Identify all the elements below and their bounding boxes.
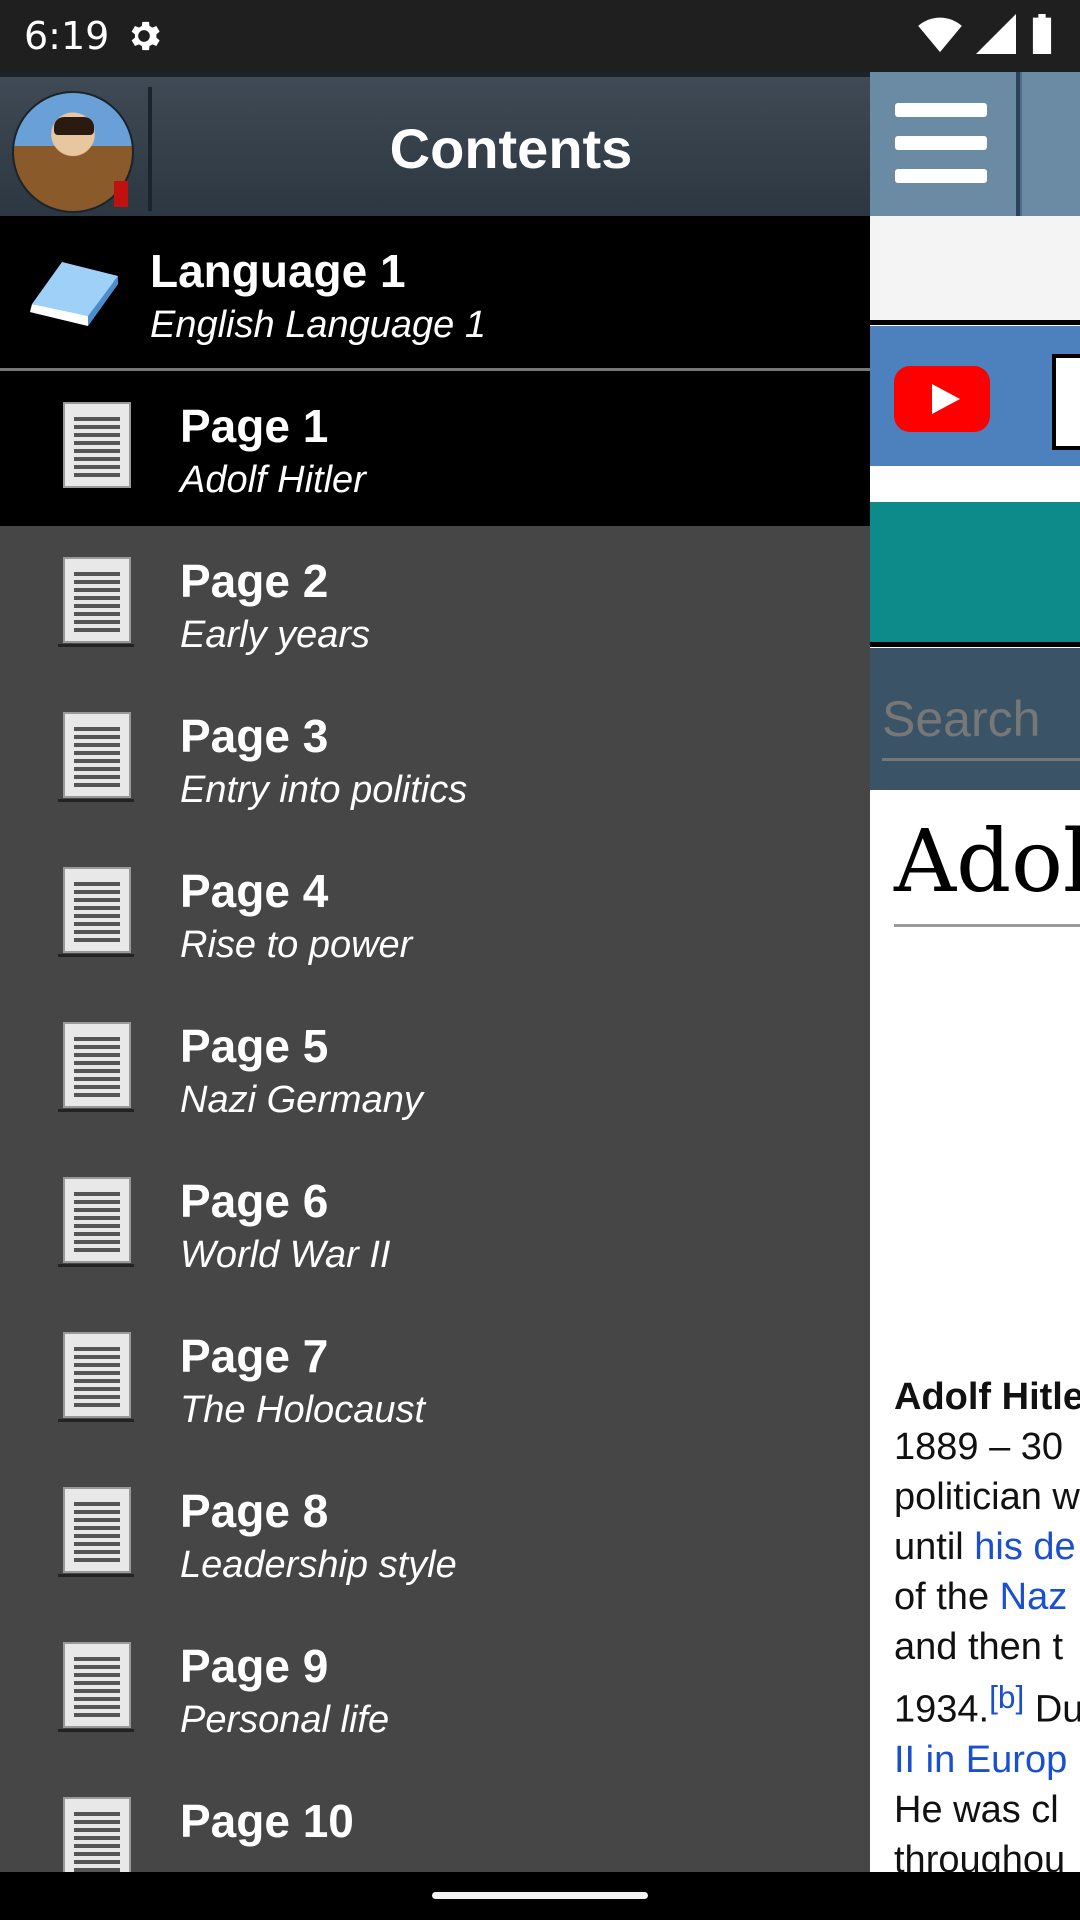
status-bar: 6:19 xyxy=(0,0,1080,72)
article-line: until his de xyxy=(894,1526,1076,1568)
wifi-icon xyxy=(918,17,962,53)
article-link[interactable]: II in Europ xyxy=(894,1735,1080,1785)
page-item[interactable]: Page 5 Nazi Germany xyxy=(0,991,870,1148)
page-subtitle: Adolf Hitler xyxy=(180,459,366,501)
search-bar[interactable]: Search xyxy=(870,648,1080,790)
page-item[interactable]: Page 9 Personal life xyxy=(0,1611,870,1768)
article-line: 1934.[b] Du xyxy=(894,1679,1080,1731)
app-toolbar xyxy=(870,72,1080,216)
document-page-icon xyxy=(56,1331,136,1423)
document-page-icon xyxy=(56,1641,136,1733)
page-subtitle: Leadership style xyxy=(180,1544,457,1586)
page-title: Page 1 xyxy=(180,400,329,452)
page-subtitle: Nazi Germany xyxy=(180,1079,423,1121)
article-line: of the Naz xyxy=(894,1576,1068,1618)
banner-area xyxy=(870,216,1080,325)
language-subtitle: English Language 1 xyxy=(150,304,486,346)
page-subtitle: The Holocaust xyxy=(180,1389,426,1431)
article-link[interactable]: Naz xyxy=(1000,1576,1068,1618)
youtube-icon[interactable] xyxy=(894,366,990,432)
system-nav-bar xyxy=(0,1872,1080,1920)
document-page-icon xyxy=(56,1486,136,1578)
page-subtitle: Personal life xyxy=(180,1699,390,1741)
document-page-icon xyxy=(56,866,136,958)
article-body: Adolf Hitle 1889 – 30 politician w until… xyxy=(894,1372,1080,1872)
article-line: politician w xyxy=(894,1476,1080,1518)
document-page-icon xyxy=(56,1021,136,1113)
page-title: Page 4 xyxy=(180,865,329,917)
page-item[interactable]: Page 4 Rise to power xyxy=(0,836,870,993)
teal-bar xyxy=(870,502,1080,647)
document-page-icon xyxy=(56,1176,136,1268)
page-title: Page 8 xyxy=(180,1485,329,1537)
footnote-link[interactable]: [b] xyxy=(989,1679,1024,1715)
document-page-icon xyxy=(56,401,136,493)
search-input[interactable]: Search xyxy=(882,690,1040,748)
article-line: throughou xyxy=(894,1838,1066,1872)
page-item[interactable]: Page 10 xyxy=(0,1766,870,1872)
article-line: He was cl xyxy=(894,1788,1059,1831)
page-item[interactable]: Page 8 Leadership style xyxy=(0,1456,870,1613)
background-app: Search Adol Adolf Hitle 1889 – 30 politi… xyxy=(870,72,1080,1872)
home-handle[interactable] xyxy=(432,1892,648,1899)
page-title: Page 5 xyxy=(180,1020,329,1072)
page-title: Page 6 xyxy=(180,1175,329,1227)
page-item[interactable]: Page 7 The Holocaust xyxy=(0,1301,870,1458)
page-title: Page 3 xyxy=(180,710,329,762)
document-icon[interactable] xyxy=(1052,354,1080,450)
article-link[interactable]: his de xyxy=(974,1526,1075,1568)
page-subtitle: Rise to power xyxy=(180,924,413,966)
page-item[interactable]: Page 1 Adolf Hitler xyxy=(0,371,870,528)
page-title: Page 9 xyxy=(180,1640,329,1692)
article-line: Adolf Hitle xyxy=(894,1376,1080,1418)
contents-drawer: Contents Language 1 English Language 1 P… xyxy=(0,72,870,1872)
page-title: Page 7 xyxy=(180,1330,329,1382)
book-icon xyxy=(30,262,118,326)
page-subtitle: Entry into politics xyxy=(180,769,468,811)
language-title: Language 1 xyxy=(150,245,406,297)
media-bar xyxy=(870,326,1080,466)
toolbar-button[interactable] xyxy=(1022,72,1080,216)
document-page-icon xyxy=(56,1796,136,1872)
page-item[interactable]: Page 2 Early years xyxy=(0,526,870,683)
page-title: Page 10 xyxy=(180,1795,354,1847)
drawer-header: Contents xyxy=(0,72,870,221)
article-line: and then t xyxy=(894,1626,1064,1668)
article-line: 1889 – 30 xyxy=(894,1426,1064,1468)
page-item[interactable]: Page 3 Entry into politics xyxy=(0,681,870,838)
hamburger-menu-button[interactable] xyxy=(870,72,1020,216)
signal-icon xyxy=(976,14,1016,54)
article-title: Adol xyxy=(894,812,1080,912)
document-page-icon xyxy=(56,711,136,803)
battery-icon xyxy=(1032,14,1052,54)
page-title: Page 2 xyxy=(180,555,329,607)
document-page-icon xyxy=(56,556,136,648)
page-subtitle: World War II xyxy=(180,1234,391,1276)
page-item[interactable]: Page 6 World War II xyxy=(0,1146,870,1303)
avatar[interactable] xyxy=(12,91,134,213)
settings-gear-icon xyxy=(131,21,160,51)
drawer-title: Contents xyxy=(389,117,633,180)
language-item[interactable]: Language 1 English Language 1 xyxy=(0,216,870,371)
status-time: 6:19 xyxy=(24,14,110,58)
page-subtitle: Early years xyxy=(180,614,371,656)
